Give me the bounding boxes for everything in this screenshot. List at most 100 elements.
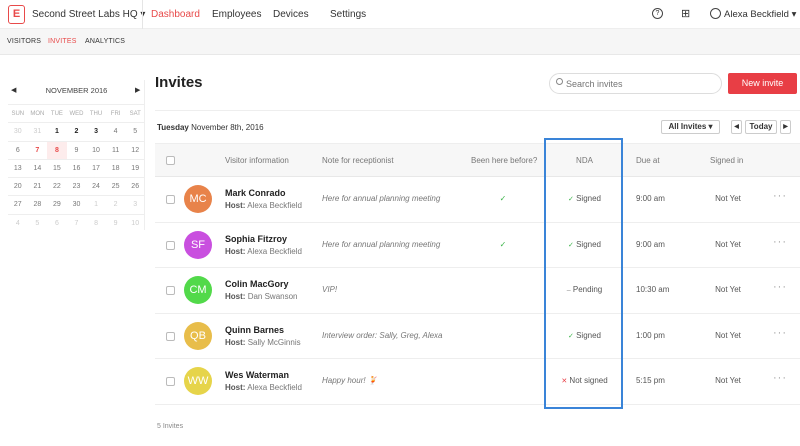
subnav-visitors[interactable]: VISITORS	[7, 38, 41, 45]
visitor-name[interactable]: Mark Conrado	[225, 188, 286, 198]
gift-icon[interactable]: ⊞	[681, 7, 690, 20]
visitor-name[interactable]: Wes Waterman	[225, 370, 289, 380]
filter-dropdown[interactable]: All Invites ▾	[661, 120, 720, 134]
calendar-day[interactable]: 30	[8, 122, 28, 140]
nav-settings[interactable]: Settings	[330, 9, 366, 20]
visitor-name[interactable]: Quinn Barnes	[225, 325, 284, 335]
calendar-day[interactable]: 8	[47, 140, 67, 159]
calendar-day[interactable]: 12	[125, 140, 145, 159]
calendar-day[interactable]: 30	[66, 195, 87, 213]
nav-employees[interactable]: Employees	[212, 9, 261, 20]
calendar-day[interactable]: 18	[105, 158, 126, 177]
calendar-day[interactable]: 20	[8, 177, 28, 195]
visitor-name[interactable]: Sophia Fitzroy	[225, 234, 287, 244]
calendar-day[interactable]: 4	[105, 122, 126, 140]
calendar-day[interactable]: 31	[27, 122, 48, 140]
row-checkbox[interactable]	[166, 377, 175, 386]
user-menu[interactable]: Alexa Beckfield ▾	[724, 9, 796, 20]
calendar-day[interactable]: 2	[105, 195, 126, 213]
calendar-day[interactable]: 11	[105, 140, 126, 159]
calendar-day[interactable]: 26	[125, 177, 145, 195]
calendar-day[interactable]: 21	[27, 177, 48, 195]
calendar-day[interactable]: 5	[27, 213, 48, 232]
receptionist-note: Here for annual planning meeting	[322, 194, 441, 203]
table-row[interactable]: MC Mark Conrado Host: Alexa Beckfield He…	[155, 177, 800, 223]
calendar-day[interactable]: 6	[47, 213, 67, 232]
table-row[interactable]: CM Colin MacGory Host: Dan Swanson VIP! …	[155, 268, 800, 314]
org-switcher[interactable]: Second Street Labs HQ ▾	[32, 9, 145, 20]
host-name: Sally McGinnis	[247, 337, 301, 347]
table-row[interactable]: WW Wes Waterman Host: Alexa Beckfield Ha…	[155, 359, 800, 405]
visitor-name[interactable]: Colin MacGory	[225, 279, 289, 289]
row-checkbox[interactable]	[166, 240, 175, 250]
nda-column-highlight	[544, 138, 623, 409]
nav-devices[interactable]: Devices	[273, 9, 309, 20]
calendar-day[interactable]: 3	[86, 122, 106, 140]
calendar-day[interactable]: 14	[27, 158, 48, 177]
next-month-button[interactable]: ▶	[135, 86, 140, 94]
calendar-day[interactable]: 27	[8, 195, 28, 213]
calendar-day[interactable]: 23	[66, 177, 87, 195]
calendar-day[interactable]: 4	[8, 213, 28, 232]
calendar-day[interactable]: 16	[66, 158, 87, 177]
calendar-day[interactable]: 19	[125, 158, 145, 177]
table-header: Visitor information Note for receptionis…	[155, 143, 800, 177]
search-icon	[556, 78, 563, 85]
new-invite-button[interactable]: New invite	[728, 73, 797, 94]
calendar-day[interactable]: 24	[86, 177, 106, 195]
divider	[142, 0, 143, 29]
calendar-day[interactable]: 1	[47, 122, 67, 140]
calendar-day[interactable]: 15	[47, 158, 67, 177]
calendar-grid: SUN MON TUE WED THU FRI SAT 30 31 1 2 3 4 5 6 7 8 9 10 11 12…	[8, 104, 145, 232]
prev-day-button[interactable]: ◀	[731, 120, 742, 134]
calendar-day[interactable]: 25	[105, 177, 126, 195]
row-checkbox[interactable]	[166, 331, 175, 341]
table-row[interactable]: SF Sophia Fitzroy Host: Alexa Beckfield …	[155, 223, 800, 268]
calendar-day[interactable]: 22	[47, 177, 67, 195]
calendar-day[interactable]: 9	[105, 213, 126, 232]
calendar: ◀ NOVEMBER 2016 ▶ SUN MON TUE WED THU FRI SAT 3…	[8, 80, 145, 230]
sub-nav: VISITORS INVITES ANALYTICS	[0, 29, 800, 55]
more-options-icon[interactable]: ···	[773, 372, 787, 384]
row-checkbox[interactable]	[166, 286, 175, 295]
calendar-day[interactable]: 2	[66, 122, 87, 140]
host-name: Dan Swanson	[247, 292, 298, 301]
search-input[interactable]	[549, 73, 722, 94]
calendar-day[interactable]: 13	[8, 158, 28, 177]
select-all-checkbox[interactable]	[166, 156, 175, 165]
calendar-day[interactable]: 9	[66, 140, 87, 159]
calendar-day[interactable]: 7	[27, 140, 48, 159]
today-button[interactable]: Today	[745, 120, 777, 134]
visitor-host: Host: Dan Swanson	[225, 292, 298, 301]
calendar-day[interactable]: 3	[125, 195, 145, 213]
calendar-day[interactable]: 17	[86, 158, 106, 177]
due-time: 9:00 am	[636, 239, 665, 249]
calendar-day[interactable]: 5	[125, 122, 145, 140]
calendar-day[interactable]: 7	[66, 213, 87, 232]
row-checkbox[interactable]	[166, 195, 175, 204]
calendar-day[interactable]: 10	[125, 213, 145, 232]
more-options-icon[interactable]: ···	[773, 236, 787, 248]
next-day-button[interactable]: ▶	[780, 120, 791, 134]
table-row[interactable]: QB Quinn Barnes Host: Sally McGinnis Int…	[155, 314, 800, 359]
more-options-icon[interactable]: ···	[773, 327, 787, 339]
calendar-day[interactable]: 6	[8, 140, 28, 159]
more-options-icon[interactable]: ···	[773, 190, 787, 202]
subnav-invites[interactable]: INVITES	[48, 38, 77, 45]
nav-dashboard[interactable]: Dashboard	[151, 9, 200, 20]
receptionist-note: Interview order: Sally, Greg, Alexa	[322, 330, 443, 340]
more-options-icon[interactable]: ···	[773, 281, 787, 293]
col-visitor: Visitor information	[225, 156, 289, 165]
calendar-day[interactable]: 29	[47, 195, 67, 213]
help-icon[interactable]: ?	[652, 8, 663, 19]
calendar-day[interactable]: 8	[86, 213, 106, 232]
signed-in-status: Not Yet	[715, 285, 741, 294]
signed-in-status: Not Yet	[715, 194, 741, 203]
calendar-day[interactable]: 28	[27, 195, 48, 213]
calendar-day[interactable]: 10	[86, 140, 106, 159]
logo[interactable]: E	[8, 5, 25, 24]
subnav-analytics[interactable]: ANALYTICS	[85, 38, 125, 45]
host-label: Host:	[225, 246, 246, 256]
host-name: Alexa Beckfield	[247, 201, 302, 210]
calendar-day[interactable]: 1	[86, 195, 106, 213]
